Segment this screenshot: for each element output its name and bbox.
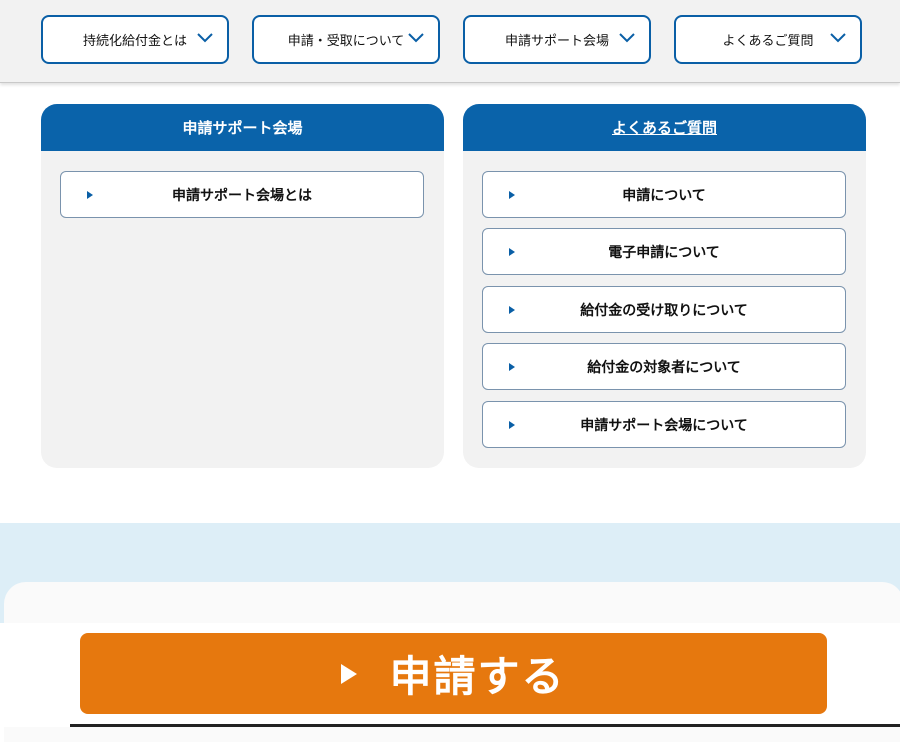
triangle-right-icon xyxy=(509,248,515,256)
support-item-label: 申請サポート会場とは xyxy=(172,187,312,204)
faq-panel: よくあるご質問 申請について 電子申請について 給付金の受け取りについて 給付金… xyxy=(463,104,866,468)
chevron-down-icon xyxy=(408,33,424,43)
faq-item[interactable]: 申請について xyxy=(482,171,846,218)
nav-button-label: よくあるご質問 xyxy=(722,34,814,49)
faq-item-label: 電子申請について xyxy=(608,244,720,261)
faq-item[interactable]: 電子申請について xyxy=(482,228,846,275)
apply-cta-label: 申請する xyxy=(389,652,566,701)
play-icon xyxy=(341,663,358,684)
chevron-down-icon xyxy=(830,33,846,43)
support-panel-title: 申請サポート会場 xyxy=(182,119,303,137)
nav-button-support[interactable]: 申請サポート会場 xyxy=(463,15,651,64)
support-item[interactable]: 申請サポート会場とは xyxy=(60,171,424,218)
triangle-right-icon xyxy=(509,363,515,371)
chevron-down-icon xyxy=(197,33,213,43)
faq-panel-title-link[interactable]: よくあるご質問 xyxy=(612,117,717,138)
nav-button-apply[interactable]: 申請・受取について xyxy=(252,15,440,64)
nav-button-about[interactable]: 持続化給付金とは xyxy=(41,15,229,64)
faq-item[interactable]: 給付金の受け取りについて xyxy=(482,286,846,333)
faq-panel-header: よくあるご質問 xyxy=(463,104,866,151)
nav-button-label: 持続化給付金とは xyxy=(82,34,187,49)
apply-cta-button[interactable]: 申請する xyxy=(80,633,827,714)
faq-item-label: 申請サポート会場について xyxy=(580,417,748,434)
triangle-right-icon xyxy=(509,421,515,429)
chevron-down-icon xyxy=(619,33,635,43)
nav-button-faq[interactable]: よくあるご質問 xyxy=(674,15,862,64)
faq-item[interactable]: 給付金の対象者について xyxy=(482,343,846,390)
nav-button-label: 申請サポート会場 xyxy=(504,34,609,49)
triangle-right-icon xyxy=(509,306,515,314)
top-nav: 持続化給付金とは 申請・受取について 申請サポート会場 よくあるご質問 xyxy=(0,0,900,83)
triangle-right-icon xyxy=(509,191,515,199)
support-panel: 申請サポート会場 申請サポート会場とは xyxy=(41,104,444,468)
triangle-right-icon xyxy=(87,191,93,199)
support-panel-header: 申請サポート会場 xyxy=(41,104,444,151)
faq-item[interactable]: 申請サポート会場について xyxy=(482,401,846,448)
faq-item-label: 給付金の受け取りについて xyxy=(580,302,748,319)
faq-item-label: 申請について xyxy=(622,187,706,204)
nav-button-label: 申請・受取について xyxy=(287,34,405,49)
faq-item-label: 給付金の対象者について xyxy=(587,359,741,376)
